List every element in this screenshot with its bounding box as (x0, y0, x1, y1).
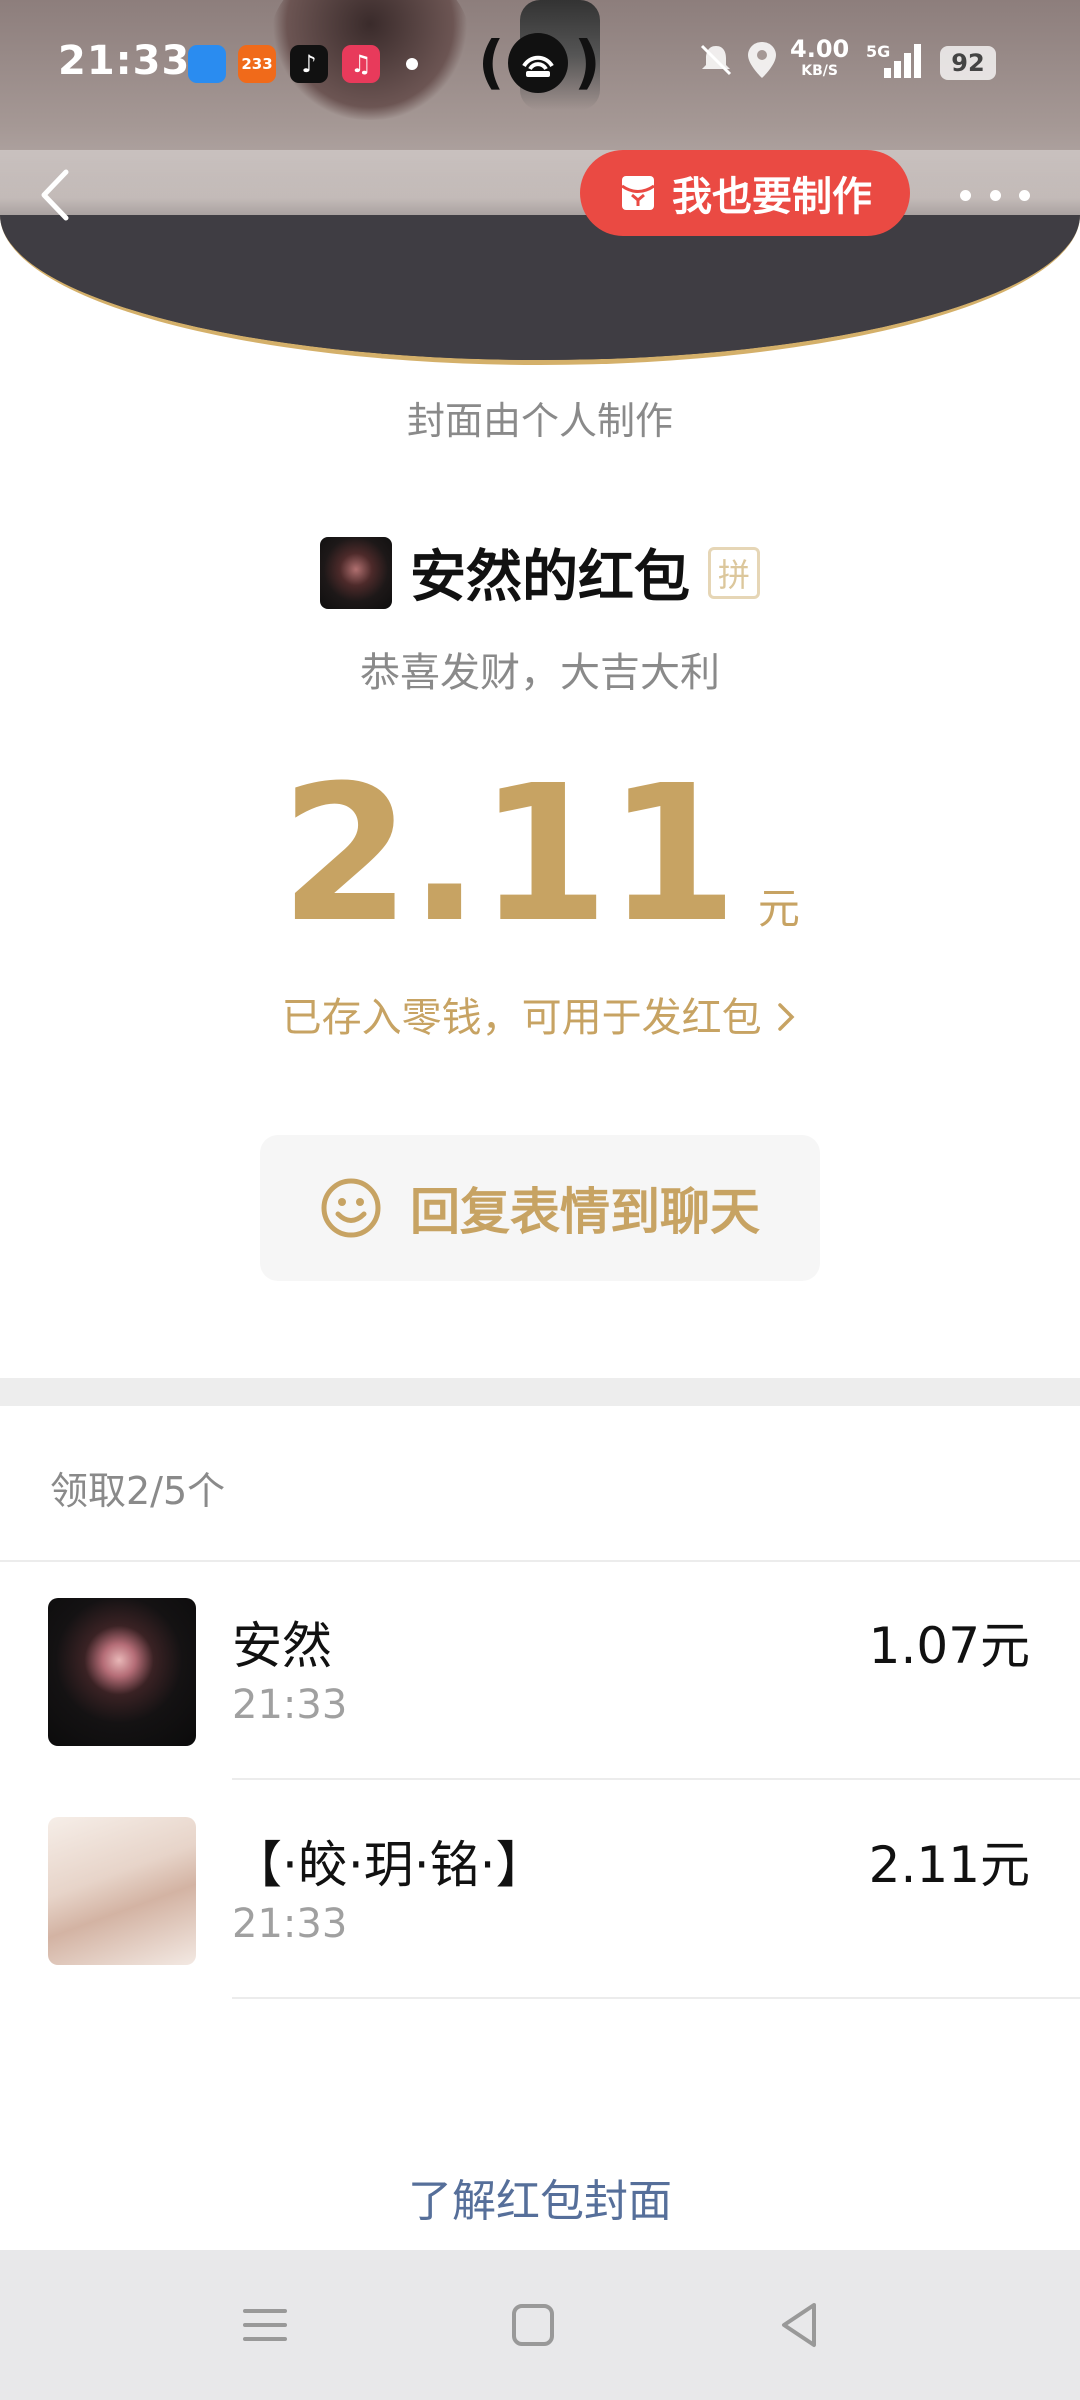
group-envelope-badge: 拼 (708, 546, 760, 599)
more-dot-icon (1019, 189, 1030, 201)
amount-unit: 元 (757, 884, 800, 933)
back-arrow-icon (41, 169, 69, 221)
make-cover-label: 我也要制作 (672, 174, 872, 220)
receiver-time: 21:33 (232, 1901, 348, 1947)
status-bar: 21:33 233 ♪ ♫ ( ) 4.00 KB/S 5G 92 (0, 0, 1080, 120)
reply-sticker-label: 回复表情到聊天 (410, 1183, 760, 1241)
tiktok-icon: ♪ (290, 45, 328, 83)
more-dot-icon (960, 189, 971, 201)
smiley-icon (321, 1178, 381, 1238)
amount-value: 2.11 (280, 745, 738, 964)
more-notifications-dot (406, 58, 418, 70)
red-envelope-icon (621, 176, 655, 210)
receiver-amount: 2.11元 (868, 1836, 1030, 1894)
learn-cover-link[interactable]: 了解红包封面 (0, 2165, 1080, 2229)
receiver-time: 21:33 (232, 1682, 348, 1728)
section-divider (0, 1378, 1080, 1406)
receiver-name: 安然 (232, 1617, 332, 1675)
hotspot-icon (508, 33, 568, 93)
location-icon (744, 40, 780, 84)
dynamic-island: ( ) (478, 28, 601, 96)
cover-image-light (0, 150, 1080, 220)
home-icon[interactable] (503, 2295, 563, 2355)
net-speed: 4.00 KB/S (790, 35, 850, 82)
envelope-wish: 恭喜发财，大吉大利 (360, 650, 720, 696)
net-speed-unit: KB/S (801, 63, 838, 79)
receiver-amount: 1.07元 (868, 1617, 1030, 1675)
row-divider (232, 1778, 1080, 1780)
app-notification-icon (188, 45, 226, 83)
cover-image-shadow (0, 215, 1080, 360)
mute-icon (696, 40, 736, 84)
sender-title: 安然的红包 (410, 545, 690, 610)
net-speed-value: 4.00 (790, 35, 850, 63)
sender-avatar[interactable] (320, 536, 392, 609)
sender-header: 安然的红包 拼 (0, 532, 1080, 613)
chevron-right-icon (778, 1003, 795, 1031)
back-button[interactable] (30, 160, 90, 230)
menu-icon[interactable] (235, 2295, 295, 2355)
list-divider (0, 1560, 1080, 1562)
avatar[interactable] (48, 1598, 196, 1746)
battery-indicator: 92 (940, 46, 996, 80)
reply-sticker-button[interactable]: 回复表情到聊天 (260, 1135, 820, 1281)
received-amount: 2.11 元 (0, 760, 1080, 950)
cover-author-note: 封面由个人制作 (406, 399, 673, 443)
receiver-name: 【·皎·玥·铭·】 (232, 1836, 546, 1894)
list-item[interactable]: 【·皎·玥·铭·】 21:33 2.11元 (0, 1817, 1080, 2035)
avatar[interactable] (48, 1817, 196, 1965)
received-summary: 领取2/5个 (50, 1469, 226, 1513)
app-233-icon: 233 (238, 45, 276, 83)
more-dot-icon (989, 189, 1001, 201)
make-cover-button[interactable]: 我也要制作 (580, 150, 910, 236)
more-options-button[interactable] (960, 170, 1030, 220)
music-app-icon: ♫ (342, 45, 380, 83)
signal-icon (880, 40, 926, 84)
status-time: 21:33 (58, 38, 191, 84)
list-item[interactable]: 安然 21:33 1.07元 (0, 1598, 1080, 1816)
row-divider (232, 1997, 1080, 1999)
back-nav-icon[interactable] (770, 2295, 830, 2355)
saved-to-wallet-text: 已存入零钱，可用于发红包 (281, 995, 762, 1041)
saved-to-wallet-link[interactable]: 已存入零钱，可用于发红包 (0, 985, 1080, 1043)
system-nav-bar (0, 2250, 1080, 2400)
